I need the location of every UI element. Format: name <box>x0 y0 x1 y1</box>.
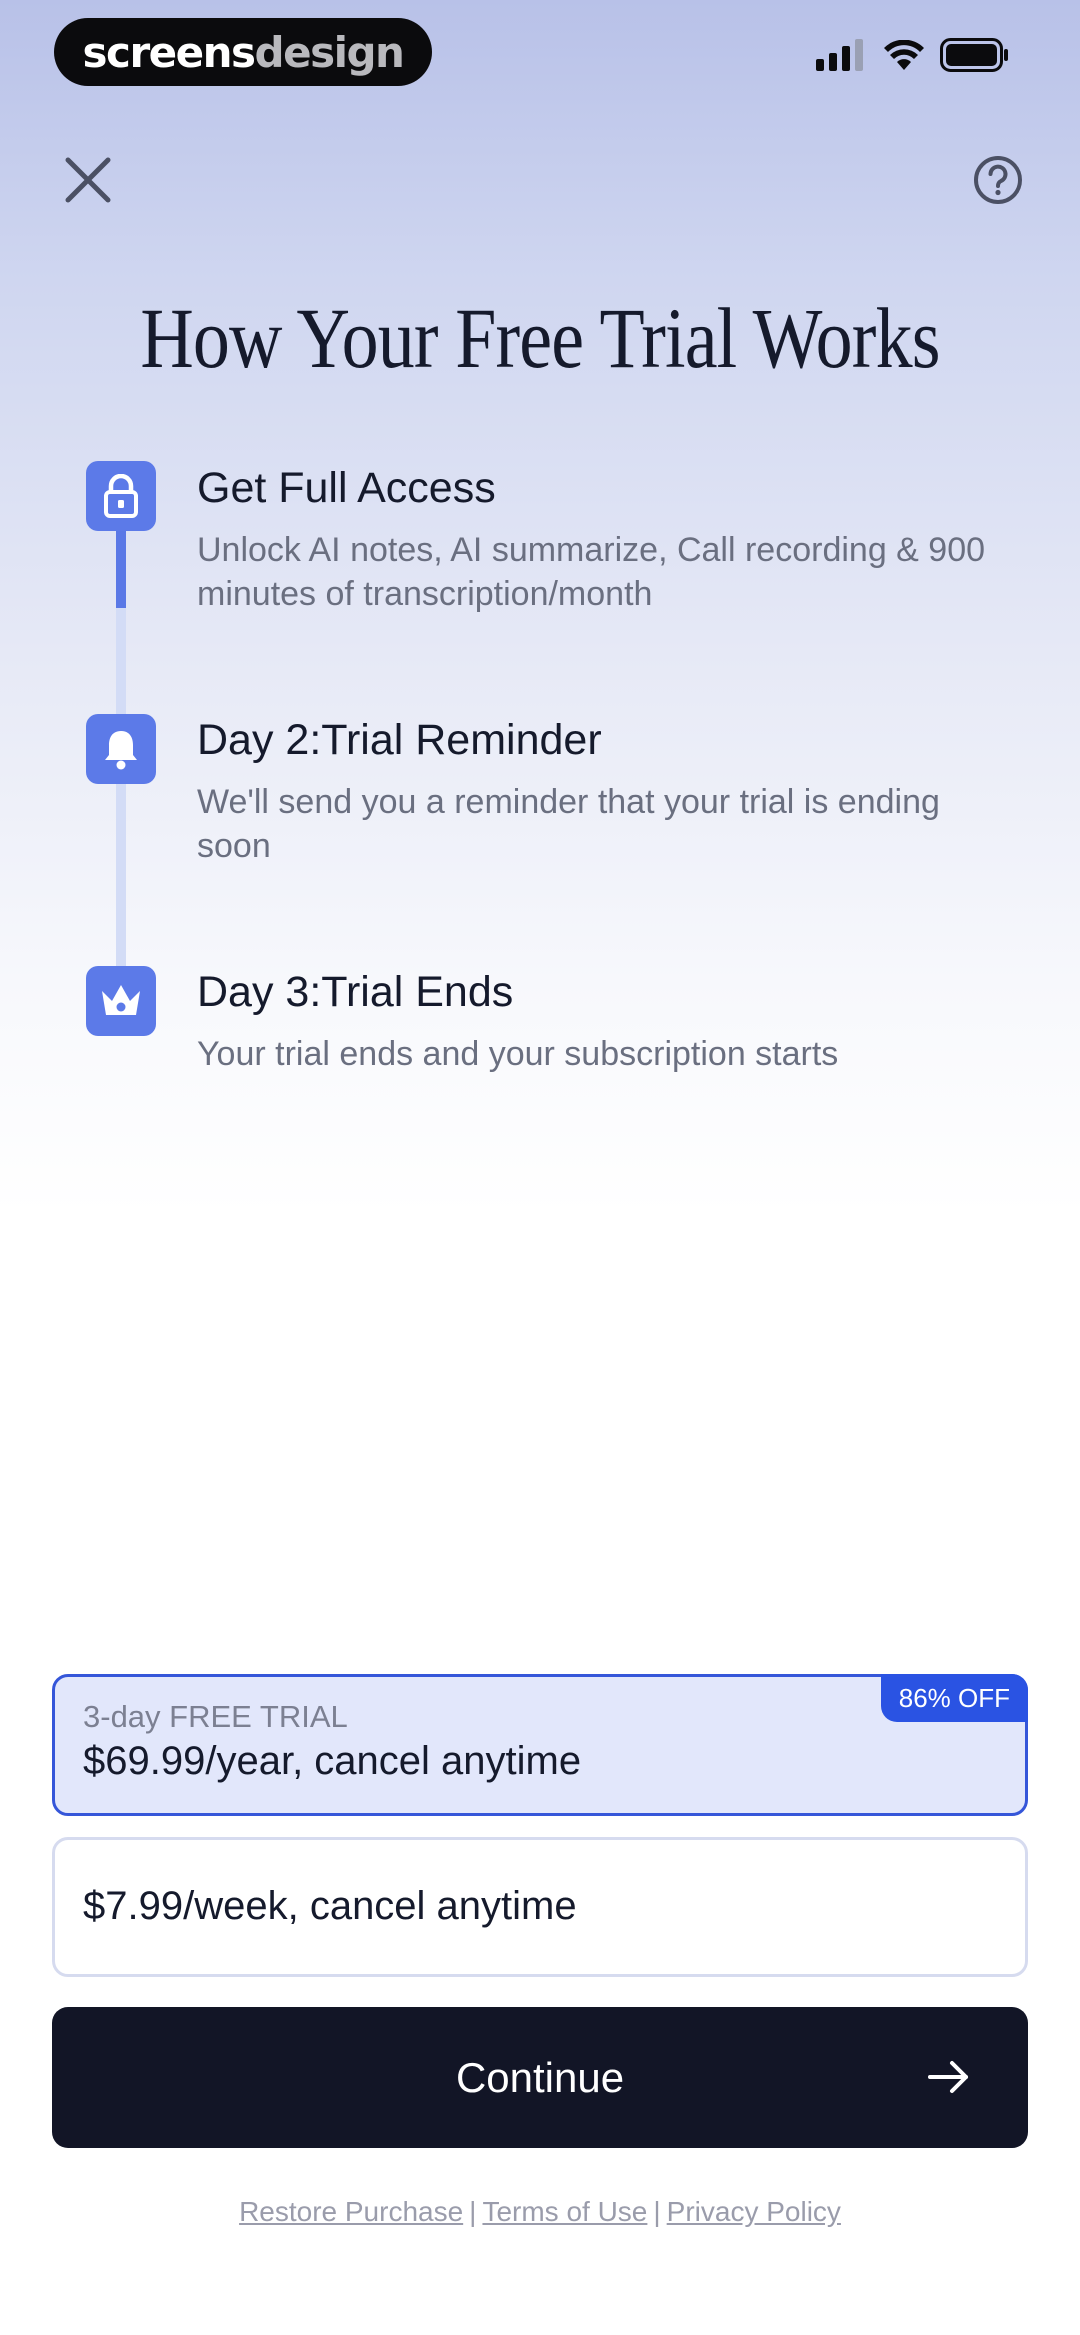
crown-icon <box>102 985 140 1015</box>
terms-of-use-link[interactable]: Terms of Use <box>482 2196 647 2227</box>
discount-badge: 86% OFF <box>880 1674 1028 1722</box>
step-desc-ends: Your trial ends and your subscription st… <box>197 1035 839 1073</box>
help-button[interactable] <box>972 154 1024 206</box>
close-icon <box>65 157 111 203</box>
step-title-ends: Day 3:Trial Ends <box>197 968 514 1016</box>
brand-logo-part1: screens <box>82 27 256 77</box>
status-icons <box>816 38 1010 72</box>
step-icon-reminder <box>86 714 156 784</box>
lock-icon <box>104 474 138 518</box>
bell-icon <box>105 731 137 770</box>
close-button[interactable] <box>60 152 116 208</box>
continue-label: Continue <box>455 2053 625 2101</box>
plan-trial-label: 3-day FREE TRIAL <box>83 1699 348 1734</box>
step-desc-access: Unlock AI notes, AI summarize, Call reco… <box>197 531 986 613</box>
step-title-access: Get Full Access <box>197 464 496 512</box>
battery-icon <box>940 38 1008 72</box>
plan-price-weekly: $7.99/week, cancel anytime <box>83 1884 577 1928</box>
step-desc-reminder: We'll send you a reminder that your tria… <box>197 783 940 865</box>
page-title: How Your Free Trial Works <box>140 290 940 386</box>
question-circle-icon <box>974 156 1022 204</box>
step-icon-ends <box>86 966 156 1036</box>
plan-option-yearly[interactable]: 86% OFF 3-day FREE TRIAL $69.99/year, ca… <box>52 1674 1028 1816</box>
arrow-right-icon <box>928 2061 968 2093</box>
restore-purchase-link[interactable]: Restore Purchase <box>239 2196 463 2227</box>
cellular-signal-icon <box>816 39 863 71</box>
footer-separator: | <box>653 2196 661 2227</box>
plan-option-weekly[interactable]: $7.99/week, cancel anytime <box>52 1837 1028 1977</box>
wifi-icon <box>884 40 924 70</box>
step-title-reminder: Day 2:Trial Reminder <box>197 716 602 764</box>
privacy-policy-link[interactable]: Privacy Policy <box>667 2196 841 2227</box>
plan-price-yearly: $69.99/year, cancel anytime <box>83 1739 582 1783</box>
continue-button[interactable]: Continue <box>52 2007 1028 2148</box>
brand-logo-part2: design <box>254 27 405 77</box>
step-icon-access <box>86 461 156 531</box>
footer-separator: | <box>469 2196 477 2227</box>
footer-links: Restore Purchase | Terms of Use | Privacy Po… <box>0 2196 1080 2228</box>
timeline-progress <box>116 520 126 608</box>
brand-logo: screens design <box>54 18 432 86</box>
